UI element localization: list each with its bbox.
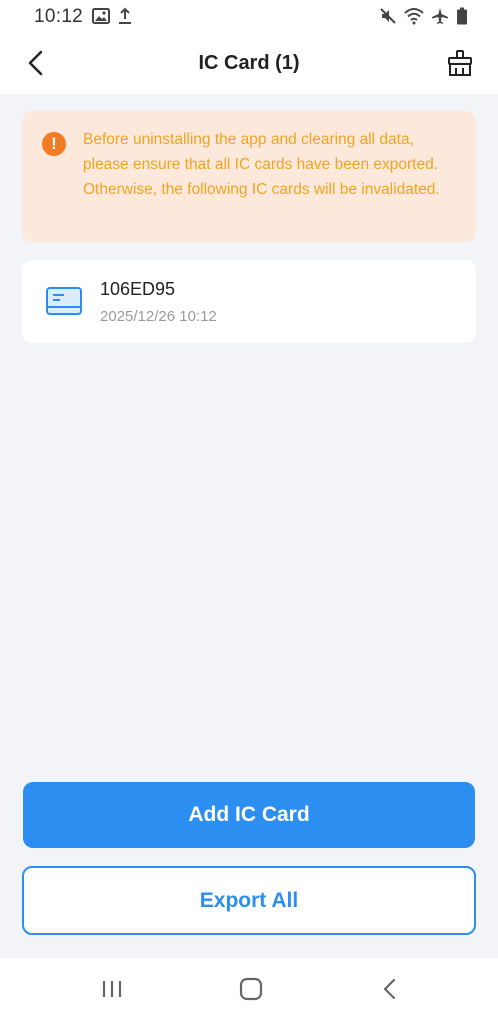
airplane-icon bbox=[431, 7, 449, 30]
ic-card-item[interactable]: 106ED95 2025/12/26 10:12 bbox=[22, 260, 476, 343]
home-icon bbox=[239, 977, 263, 1006]
page-title: IC Card (1) bbox=[198, 52, 300, 74]
image-icon bbox=[92, 8, 110, 29]
mute-icon bbox=[379, 7, 397, 30]
exclamation-icon: ! bbox=[42, 132, 66, 156]
card-number: 106ED95 bbox=[100, 279, 176, 299]
broom-icon bbox=[446, 49, 474, 82]
status-time: 10:12 bbox=[34, 6, 84, 27]
status-right-icons bbox=[379, 7, 468, 30]
warning-banner: ! Before uninstalling the app and cleari… bbox=[22, 111, 476, 242]
clear-all-button[interactable] bbox=[442, 47, 478, 83]
status-left-icons bbox=[92, 7, 132, 30]
export-all-button[interactable]: Export All bbox=[22, 866, 476, 935]
warning-text: Before uninstalling the app and clearing… bbox=[83, 131, 440, 198]
wifi-icon bbox=[404, 7, 424, 30]
recents-button[interactable] bbox=[92, 974, 132, 1008]
system-nav-bar bbox=[0, 958, 498, 1024]
battery-icon bbox=[456, 7, 468, 30]
status-bar: 10:12 bbox=[0, 0, 498, 36]
app-header: IC Card (1) bbox=[0, 36, 498, 94]
home-button[interactable] bbox=[231, 974, 271, 1008]
upload-icon bbox=[118, 7, 132, 30]
add-ic-card-button[interactable]: Add IC Card bbox=[23, 782, 475, 848]
card-icon bbox=[46, 287, 82, 320]
nav-back-button[interactable] bbox=[370, 974, 410, 1008]
card-date: 2025/12/26 10:12 bbox=[100, 308, 217, 325]
recents-icon bbox=[101, 979, 123, 1004]
nav-back-icon bbox=[382, 978, 398, 1005]
